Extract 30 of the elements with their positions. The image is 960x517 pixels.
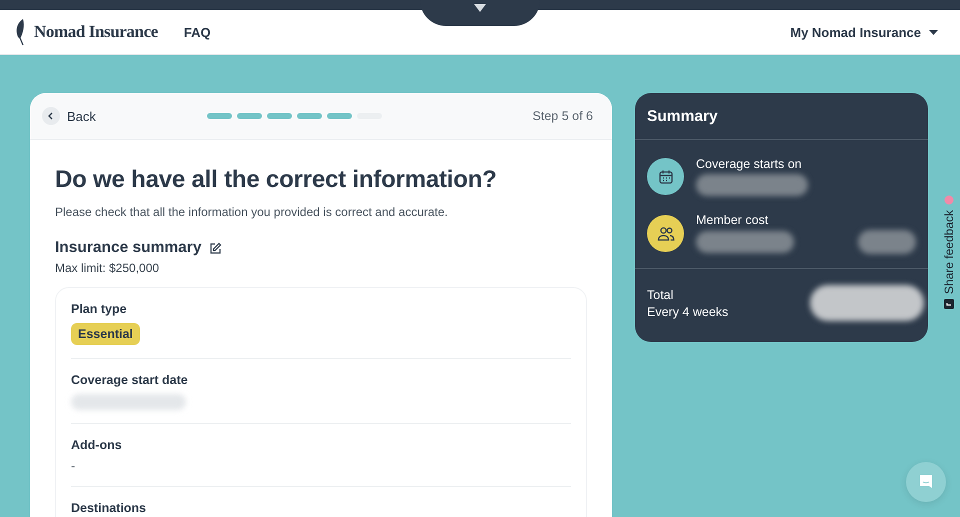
field-label: Destinations (71, 501, 146, 515)
total-label: Total (647, 288, 674, 302)
total-period: Every 4 weeks (647, 304, 730, 318)
summary-title: Summary (635, 93, 928, 140)
field-value: - (71, 459, 76, 473)
page-subtitle: Please check that all the information you provided is correct and accurate. (55, 205, 449, 219)
logo-icon (944, 299, 954, 310)
plan-tag: Essential (71, 323, 140, 345)
field-label: Add-ons (71, 438, 122, 452)
people-icon (656, 226, 674, 242)
account-menu-button[interactable]: My Nomad Insurance (790, 24, 938, 40)
field-label: Coverage start date (71, 373, 188, 387)
calendar-icon (658, 168, 674, 184)
chevron-left-icon (42, 107, 60, 125)
step-counter: Step 5 of 6 (532, 109, 593, 123)
caret-down-icon[interactable] (474, 4, 486, 12)
summary-label: Member cost (696, 213, 770, 227)
flower-icon (944, 195, 954, 205)
page-title: Do we have all the correct information? (55, 166, 498, 194)
field-label: Plan type (71, 302, 127, 316)
caret-down-icon (929, 30, 938, 34)
nav-link[interactable]: FAQ (184, 24, 211, 40)
summary-label: Coverage starts on (696, 157, 803, 171)
chat-bubble-icon (918, 474, 934, 490)
share-feedback-tab[interactable]: Share feedback (942, 195, 956, 310)
edit-icon[interactable] (209, 242, 222, 254)
back-button[interactable]: Back (42, 107, 96, 125)
section-title: Insurance summary (55, 239, 202, 257)
max-limit-text: Max limit: $250,000 (55, 261, 160, 275)
brand-name[interactable]: Nomad Insurance (34, 22, 158, 42)
